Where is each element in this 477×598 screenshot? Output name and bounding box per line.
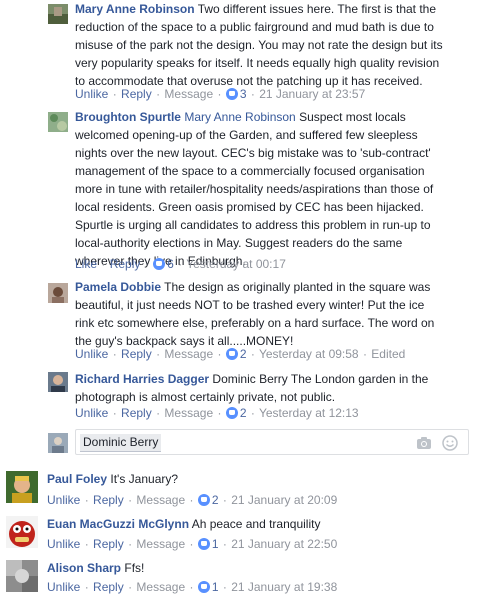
- avatar[interactable]: [48, 112, 68, 132]
- camera-icon[interactable]: [416, 435, 432, 451]
- reply-input[interactable]: Dominic Berry: [75, 429, 469, 455]
- like-count[interactable]: 2: [212, 493, 219, 507]
- comment-author[interactable]: Broughton Spurtle: [75, 110, 181, 124]
- message-button[interactable]: Message: [164, 87, 213, 101]
- message-button[interactable]: Message: [136, 537, 185, 551]
- reply-button[interactable]: Reply: [93, 580, 124, 594]
- unlike-button[interactable]: Unlike: [47, 580, 80, 594]
- message-button[interactable]: Message: [164, 347, 213, 361]
- comment-text: Suspect most locals: [299, 110, 406, 124]
- reply-button[interactable]: Reply: [121, 87, 152, 101]
- comment-text: photograph is almost certainly private, …: [75, 390, 336, 404]
- comment-text: Spurtle is urging all candidates to addr…: [75, 218, 431, 232]
- like-count[interactable]: 1: [212, 537, 219, 551]
- avatar[interactable]: [48, 4, 68, 24]
- comment-author[interactable]: Euan MacGuzzi McGlynn: [47, 517, 189, 531]
- like-count[interactable]: 2: [240, 347, 247, 361]
- edited-label[interactable]: Edited: [371, 347, 405, 361]
- like-count[interactable]: 2: [240, 406, 247, 420]
- reply-button[interactable]: Reply: [121, 406, 152, 420]
- reply-button[interactable]: Reply: [121, 347, 152, 361]
- timestamp[interactable]: 21 January at 22:50: [231, 537, 337, 551]
- like-icon: [153, 258, 166, 270]
- like-icon: [197, 538, 210, 550]
- timestamp[interactable]: 21 January at 23:57: [259, 87, 365, 101]
- comment-text: The design as originally planted in the …: [164, 280, 431, 294]
- unlike-button[interactable]: Unlike: [75, 347, 108, 361]
- timestamp[interactable]: Yesterday at 09:58: [259, 347, 359, 361]
- like-button[interactable]: Like: [75, 257, 97, 271]
- timestamp[interactable]: 21 January at 20:09: [231, 493, 337, 507]
- comment-author[interactable]: Richard Harries Dagger: [75, 372, 209, 386]
- unlike-button[interactable]: Unlike: [75, 87, 108, 101]
- message-button[interactable]: Message: [164, 406, 213, 420]
- reply-button[interactable]: Reply: [93, 537, 124, 551]
- comment-text: beautiful, it just needs NOT to be trash…: [75, 298, 425, 312]
- avatar[interactable]: [6, 516, 38, 548]
- comment-text: Two different issues here. The first is …: [197, 2, 437, 16]
- like-count[interactable]: 3: [240, 87, 247, 101]
- comment-text: Ah peace and tranquility: [191, 517, 321, 531]
- like-count[interactable]: 6: [167, 257, 174, 271]
- smiley-icon[interactable]: [442, 435, 458, 451]
- comment-text: It's January?: [110, 472, 179, 486]
- comment-text: Dominic Berry The London garden in the: [212, 372, 429, 386]
- avatar[interactable]: [6, 560, 38, 592]
- comment-author[interactable]: Pamela Dobbie: [75, 280, 161, 294]
- unlike-button[interactable]: Unlike: [47, 537, 80, 551]
- like-icon: [197, 494, 210, 506]
- timestamp[interactable]: 21 January at 19:38: [231, 580, 337, 594]
- mention-chip[interactable]: Dominic Berry: [80, 434, 162, 452]
- timestamp[interactable]: Yesterday at 12:13: [259, 406, 359, 420]
- comment-author[interactable]: Alison Sharp: [47, 561, 121, 575]
- unlike-button[interactable]: Unlike: [47, 493, 80, 507]
- comment-author[interactable]: Mary Anne Robinson: [75, 2, 195, 16]
- message-button[interactable]: Message: [136, 580, 185, 594]
- avatar[interactable]: [48, 372, 68, 392]
- reply-button[interactable]: Reply: [93, 493, 124, 507]
- comment-text: management of the space to a commerciall…: [75, 164, 425, 178]
- comment-text: local-authority elections in May. Sugges…: [75, 236, 403, 250]
- comment-text: very popularity speaks for itself. It ne…: [75, 56, 440, 70]
- avatar[interactable]: [48, 283, 68, 303]
- like-icon: [225, 88, 238, 100]
- comment-text: nights over the new layout. CEC's big mi…: [75, 146, 431, 160]
- reply-button[interactable]: Reply: [110, 257, 141, 271]
- timestamp[interactable]: Yesterday at 00:17: [186, 257, 286, 271]
- comment-text: reduction of the space to a public fairg…: [75, 20, 434, 34]
- comment-text: misuse of the park not the design. You m…: [75, 38, 443, 52]
- like-icon: [225, 407, 238, 419]
- message-button[interactable]: Message: [136, 493, 185, 507]
- current-user-avatar: [48, 433, 68, 453]
- comment-text: Ffs!: [124, 561, 145, 575]
- comment-text: welcomed opening-up of the Garden, and s…: [75, 128, 418, 142]
- like-icon: [197, 581, 210, 593]
- like-count[interactable]: 1: [212, 580, 219, 594]
- comment-text: more in tune with retailer/hospitality n…: [75, 182, 434, 196]
- like-icon: [225, 348, 238, 360]
- avatar[interactable]: [6, 471, 38, 503]
- unlike-button[interactable]: Unlike: [75, 406, 108, 420]
- comment-author[interactable]: Paul Foley: [47, 472, 107, 486]
- mention-tag[interactable]: Mary Anne Robinson: [184, 110, 295, 124]
- comment-text: rink etc somewhere else, preferably on a…: [75, 316, 435, 330]
- comment-text: local residents. Green oasis promised by…: [75, 200, 424, 214]
